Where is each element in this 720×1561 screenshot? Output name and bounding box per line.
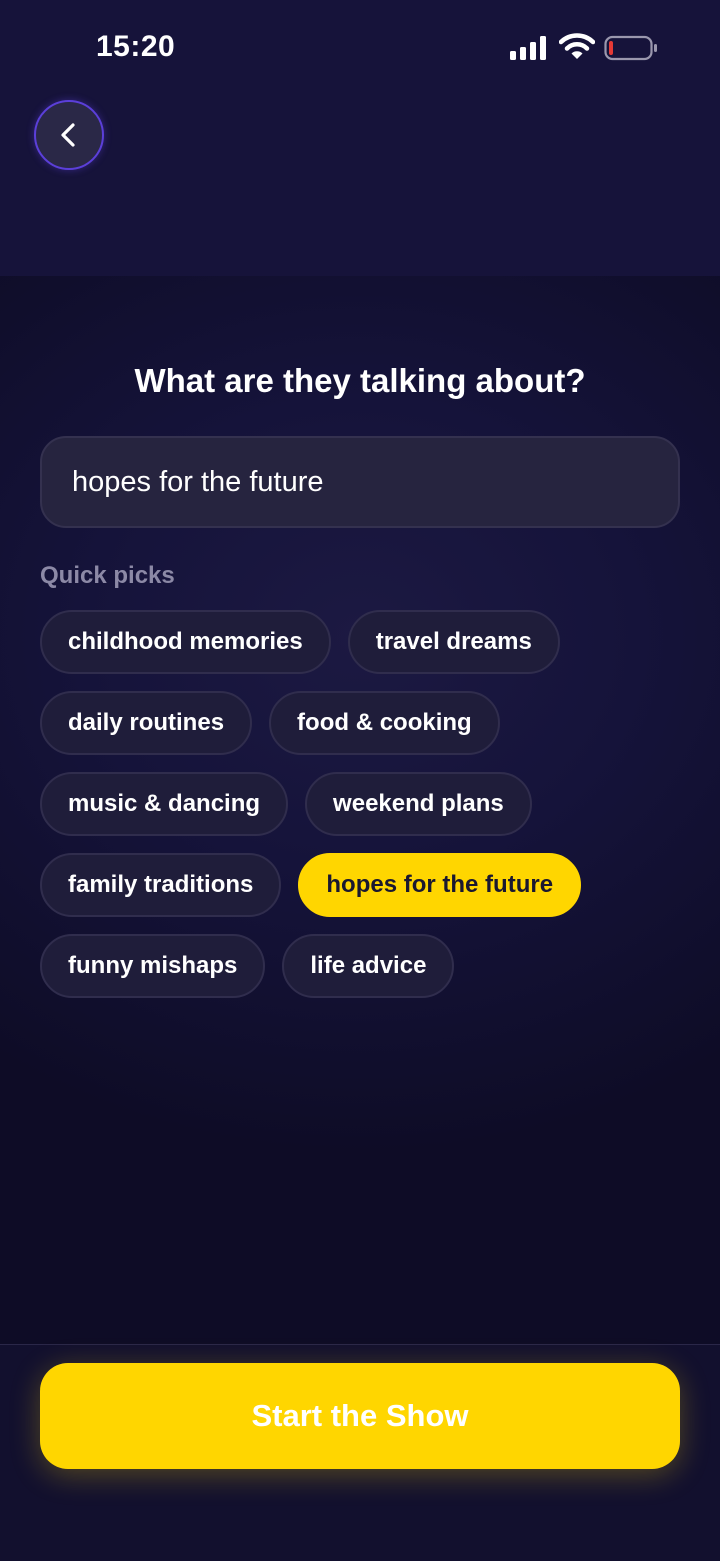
start-show-button[interactable]: Start the Show [40,1363,680,1469]
chip-row: music & dancing weekend plans [40,772,680,836]
status-time: 15:20 [96,30,176,63]
chip-life-advice[interactable]: life advice [282,934,455,998]
chip-travel-dreams[interactable]: travel dreams [347,610,560,674]
back-button[interactable] [34,100,104,170]
quick-picks-list: childhood memories travel dreams daily r… [40,610,680,1015]
chip-music-dancing[interactable]: music & dancing [40,772,289,836]
chip-row: family traditions hopes for the future [40,853,680,917]
wifi-icon [559,33,595,59]
chip-weekend-plans[interactable]: weekend plans [305,772,532,836]
chip-food-cooking[interactable]: food & cooking [269,691,500,755]
chevron-left-icon [61,123,75,147]
battery-low-icon [604,35,657,61]
chip-hopes-for-the-future[interactable]: hopes for the future [298,853,582,917]
signal-icon [510,36,546,60]
chip-row: childhood memories travel dreams [40,610,680,674]
chip-row: daily routines food & cooking [40,691,680,755]
chip-daily-routines[interactable]: daily routines [40,691,253,755]
topic-input[interactable] [40,436,680,528]
page-title: What are they talking about? [134,362,586,399]
chip-row: funny mishaps life advice [40,934,680,998]
chip-family-traditions[interactable]: family traditions [40,853,282,917]
chip-funny-mishaps[interactable]: funny mishaps [40,934,266,998]
chip-childhood-memories[interactable]: childhood memories [40,610,331,674]
quick-picks-label: Quick picks [40,562,175,589]
